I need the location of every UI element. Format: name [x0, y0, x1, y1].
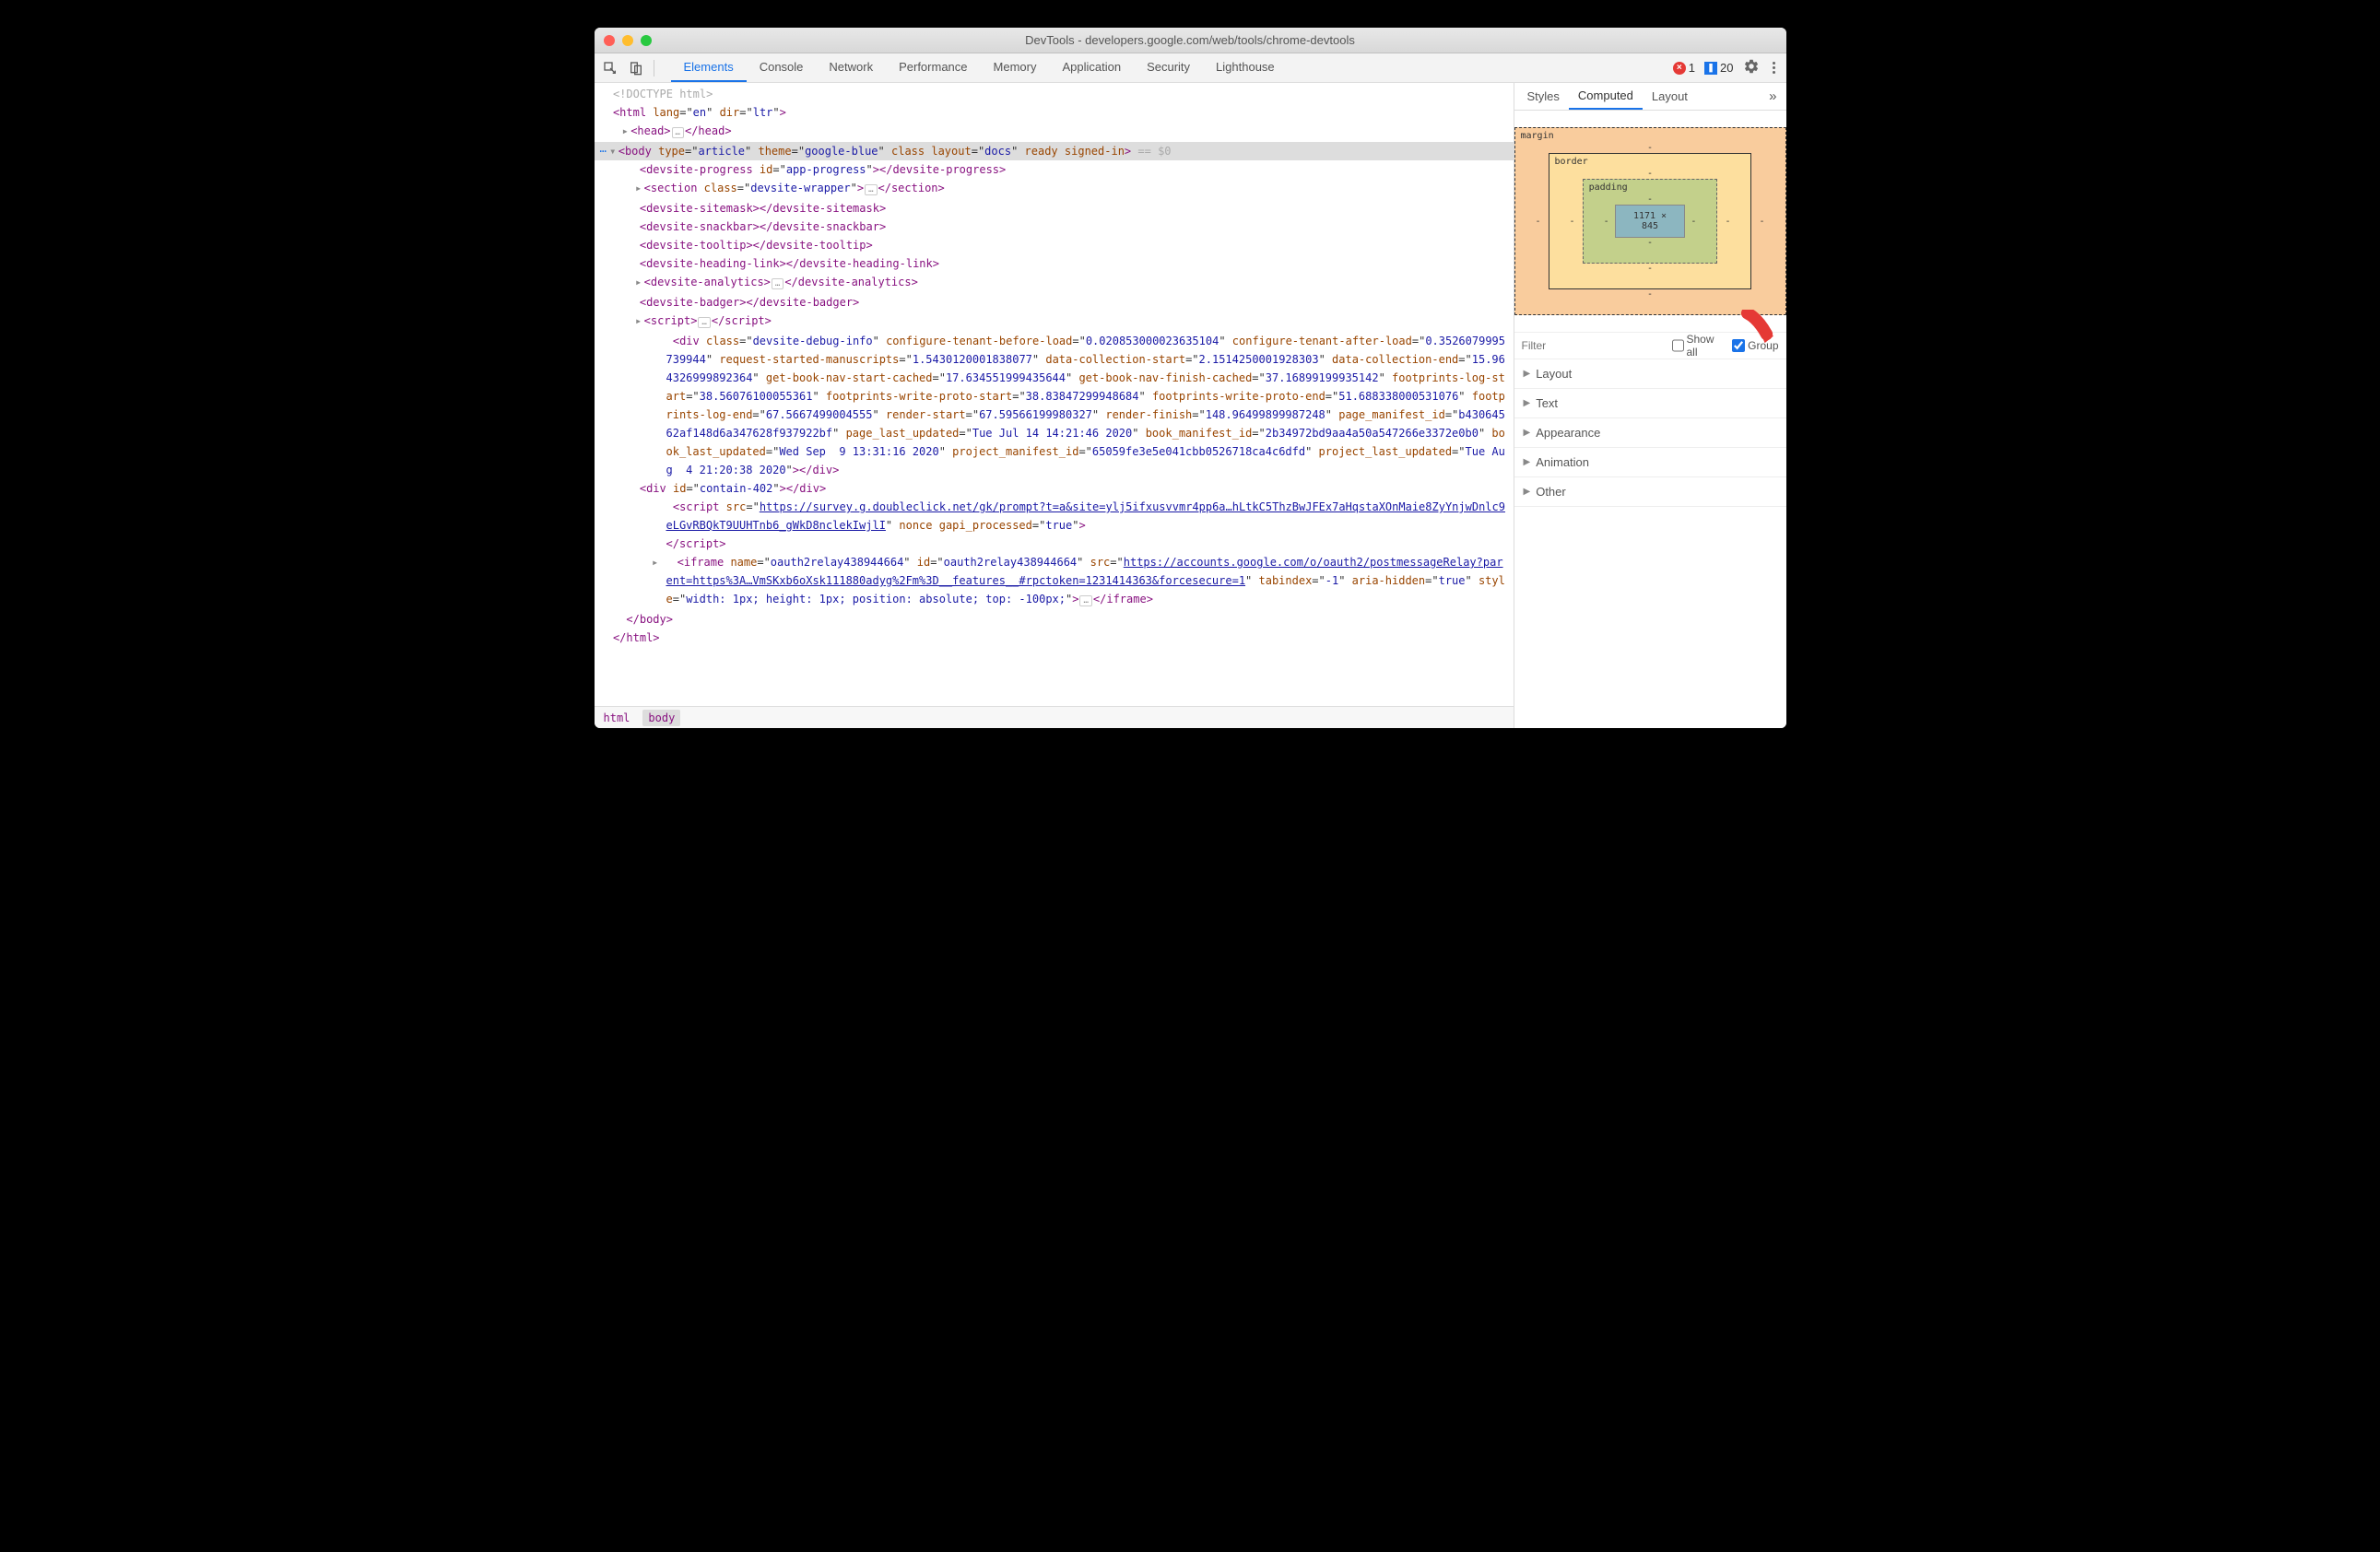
tab-performance[interactable]: Performance [886, 53, 980, 82]
border-label: border [1555, 157, 1588, 167]
tab-network[interactable]: Network [816, 53, 886, 82]
chevron-right-icon: ▶ [1524, 369, 1531, 379]
dom-node[interactable]: ▸<section class="devsite-wrapper">…</sec… [595, 179, 1514, 199]
stab-styles[interactable]: Styles [1518, 84, 1569, 109]
stab-computed[interactable]: Computed [1569, 83, 1643, 110]
section-other[interactable]: ▶Other [1514, 477, 1786, 507]
dom-node[interactable]: <devsite-heading-link></devsite-heading-… [595, 254, 1514, 273]
group-input[interactable] [1732, 339, 1745, 352]
dom-node[interactable]: ▸<script>…</script> [595, 312, 1514, 332]
filter-row: Show all Group [1514, 332, 1786, 359]
dom-node[interactable]: </body> [595, 610, 1514, 629]
breadcrumb-html[interactable]: html [604, 711, 630, 724]
dom-node[interactable]: <devsite-tooltip></devsite-tooltip> [595, 236, 1514, 254]
more-tabs-icon[interactable]: » [1763, 88, 1782, 104]
error-icon: × [1673, 62, 1686, 75]
devtools-window: DevTools - developers.google.com/web/too… [595, 28, 1786, 728]
tab-memory[interactable]: Memory [981, 53, 1050, 82]
group-label: Group [1748, 339, 1778, 352]
dom-node[interactable]: ▸<head>…</head> [595, 122, 1514, 142]
inspect-icon[interactable] [602, 60, 619, 76]
side-panel: Styles Computed Layout » margin - - bord… [1514, 83, 1786, 728]
side-tabs: Styles Computed Layout » [1514, 83, 1786, 111]
dom-node[interactable]: <div id="contain-402"></div> [595, 479, 1514, 498]
chevron-right-icon: ▶ [1524, 428, 1531, 438]
group-checkbox[interactable]: Group [1732, 339, 1778, 352]
window-title: DevTools - developers.google.com/web/too… [595, 33, 1786, 47]
chevron-right-icon: ▶ [1524, 398, 1531, 408]
message-count[interactable]: ❚ 20 [1704, 61, 1733, 75]
tab-console[interactable]: Console [747, 53, 817, 82]
section-text[interactable]: ▶Text [1514, 389, 1786, 418]
breadcrumb-body[interactable]: body [642, 710, 680, 726]
main-toolbar: Elements Console Network Performance Mem… [595, 53, 1786, 83]
dom-node[interactable]: <script src="https://survey.g.doubleclic… [628, 498, 1514, 553]
tab-elements[interactable]: Elements [671, 53, 747, 82]
dom-node[interactable]: <devsite-snackbar></devsite-snackbar> [595, 218, 1514, 236]
titlebar: DevTools - developers.google.com/web/too… [595, 28, 1786, 53]
dom-node[interactable]: <devsite-sitemask></devsite-sitemask> [595, 199, 1514, 218]
elements-panel: <!DOCTYPE html> <html lang="en" dir="ltr… [595, 83, 1514, 728]
stab-layout[interactable]: Layout [1643, 84, 1697, 109]
dom-node-selected[interactable]: ⋯▾<body type="article" theme="google-blu… [595, 142, 1514, 160]
section-appearance[interactable]: ▶Appearance [1514, 418, 1786, 448]
more-button[interactable] [1769, 58, 1779, 77]
message-icon: ❚ [1704, 62, 1717, 75]
showall-checkbox[interactable]: Show all [1672, 333, 1726, 359]
dom-node[interactable]: <!DOCTYPE html> [595, 85, 1514, 103]
dom-tree[interactable]: <!DOCTYPE html> <html lang="en" dir="ltr… [595, 83, 1514, 706]
content-size: 1171 × 845 [1615, 205, 1686, 238]
tab-application[interactable]: Application [1049, 53, 1134, 82]
computed-sections: ▶Layout ▶Text ▶Appearance ▶Animation ▶Ot… [1514, 359, 1786, 728]
margin-label: margin [1521, 131, 1554, 141]
dom-node[interactable]: </html> [595, 629, 1514, 647]
breadcrumb: html body [595, 706, 1514, 728]
dom-node[interactable]: <div class="devsite-debug-info" configur… [628, 332, 1514, 479]
section-animation[interactable]: ▶Animation [1514, 448, 1786, 477]
settings-button[interactable] [1743, 58, 1760, 77]
device-toggle-icon[interactable] [628, 60, 644, 76]
showall-input[interactable] [1672, 339, 1684, 352]
dom-node[interactable]: <html lang="en" dir="ltr"> [595, 103, 1514, 122]
box-model[interactable]: margin - - border - - padding - [1514, 111, 1786, 332]
tab-security[interactable]: Security [1134, 53, 1203, 82]
tab-lighthouse[interactable]: Lighthouse [1203, 53, 1288, 82]
padding-label: padding [1589, 182, 1628, 193]
dom-node[interactable]: ▸<devsite-analytics>…</devsite-analytics… [595, 273, 1514, 293]
chevron-right-icon: ▶ [1524, 457, 1531, 467]
section-layout[interactable]: ▶Layout [1514, 359, 1786, 389]
dom-node[interactable]: <devsite-badger></devsite-badger> [595, 293, 1514, 312]
chevron-right-icon: ▶ [1524, 487, 1531, 497]
error-number: 1 [1689, 61, 1695, 75]
filter-input[interactable] [1522, 339, 1665, 352]
dom-node[interactable]: <devsite-progress id="app-progress"></de… [595, 160, 1514, 179]
dom-node[interactable]: ▸<iframe name="oauth2relay438944664" id=… [628, 553, 1514, 610]
showall-label: Show all [1687, 333, 1726, 359]
error-count[interactable]: × 1 [1673, 61, 1695, 75]
panel-tabs: Elements Console Network Performance Mem… [671, 53, 1288, 82]
message-number: 20 [1720, 61, 1733, 75]
